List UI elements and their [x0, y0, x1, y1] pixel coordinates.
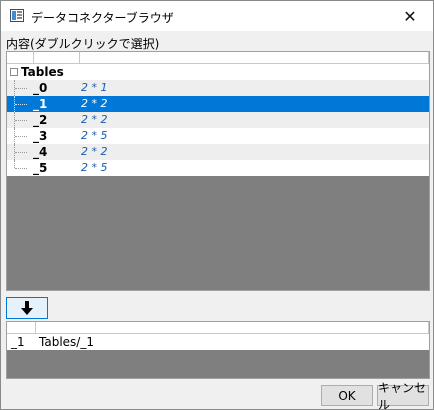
tree-guide-line [15, 88, 27, 89]
tree-guide-line [14, 160, 15, 168]
tree-node-dims: 2 * 2 [81, 145, 108, 158]
tree-node-name: _4 [33, 145, 48, 159]
tree-node-2[interactable]: _2 2 * 2 [7, 112, 429, 128]
tree-node-name: _5 [33, 161, 48, 175]
close-icon: ✕ [403, 6, 417, 26]
tree-node-1[interactable]: _1 2 * 2 [7, 96, 429, 112]
tree-column-header [7, 52, 429, 64]
tree-node-0[interactable]: _0 2 * 1 [7, 80, 429, 96]
tree-node-3[interactable]: _3 2 * 5 [7, 128, 429, 144]
tree-root-label: Tables [21, 65, 64, 79]
tree-guide-line [15, 120, 27, 121]
tree-node-dims: 2 * 2 [81, 113, 108, 126]
tree-node-name: _0 [33, 81, 48, 95]
tree-node-dims: 2 * 5 [81, 161, 108, 174]
add-selection-button[interactable] [6, 297, 48, 319]
data-connector-browser-dialog: データコネクターブラウザ ✕ 内容(ダブルクリックで選択) Tables _0 … [0, 0, 434, 410]
tree-view: Tables _0 2 * 1 _1 2 * 2 _2 2 * 2 _3 2 *… [7, 64, 429, 176]
close-button[interactable]: ✕ [387, 1, 433, 31]
tree-node-name: _2 [33, 113, 48, 127]
column-separator[interactable] [428, 322, 429, 333]
arrow-down-icon [21, 301, 33, 315]
tree-node-name: _3 [33, 129, 48, 143]
cancel-button[interactable]: キャンセル [377, 381, 429, 410]
window-title: データコネクターブラウザ [31, 11, 174, 25]
tree-node-4[interactable]: _4 2 * 2 [7, 144, 429, 160]
tree-node-name: _1 [33, 97, 48, 111]
tree-guide-line [15, 152, 27, 153]
column-separator[interactable] [428, 52, 429, 63]
column-separator[interactable] [79, 52, 80, 63]
tree-guide-line [15, 136, 27, 137]
tree-root-tables[interactable]: Tables [7, 64, 429, 80]
selection-panel[interactable]: _1 Tables/_1 [6, 321, 430, 379]
contents-label: 内容(ダブルクリックで選択) [6, 37, 160, 51]
column-separator[interactable] [33, 52, 34, 63]
tree-node-dims: 2 * 2 [81, 97, 108, 110]
selection-name: _1 [11, 335, 25, 349]
tree-node-dims: 2 * 1 [81, 81, 108, 94]
app-window-icon [10, 9, 24, 22]
tree-node-dims: 2 * 5 [81, 129, 108, 142]
tree-guide-line [15, 104, 27, 105]
selection-row[interactable]: _1 Tables/_1 [7, 334, 429, 350]
column-separator[interactable] [35, 322, 36, 333]
tree-node-5[interactable]: _5 2 * 5 [7, 160, 429, 176]
tree-panel[interactable]: Tables _0 2 * 1 _1 2 * 2 _2 2 * 2 _3 2 *… [6, 51, 430, 291]
expander-icon[interactable] [10, 68, 18, 76]
title-bar: データコネクターブラウザ ✕ [1, 1, 433, 31]
ok-button[interactable]: OK [321, 385, 373, 406]
selection-column-header [7, 322, 429, 334]
tree-guide-line [15, 168, 27, 169]
selection-path: Tables/_1 [39, 335, 94, 349]
